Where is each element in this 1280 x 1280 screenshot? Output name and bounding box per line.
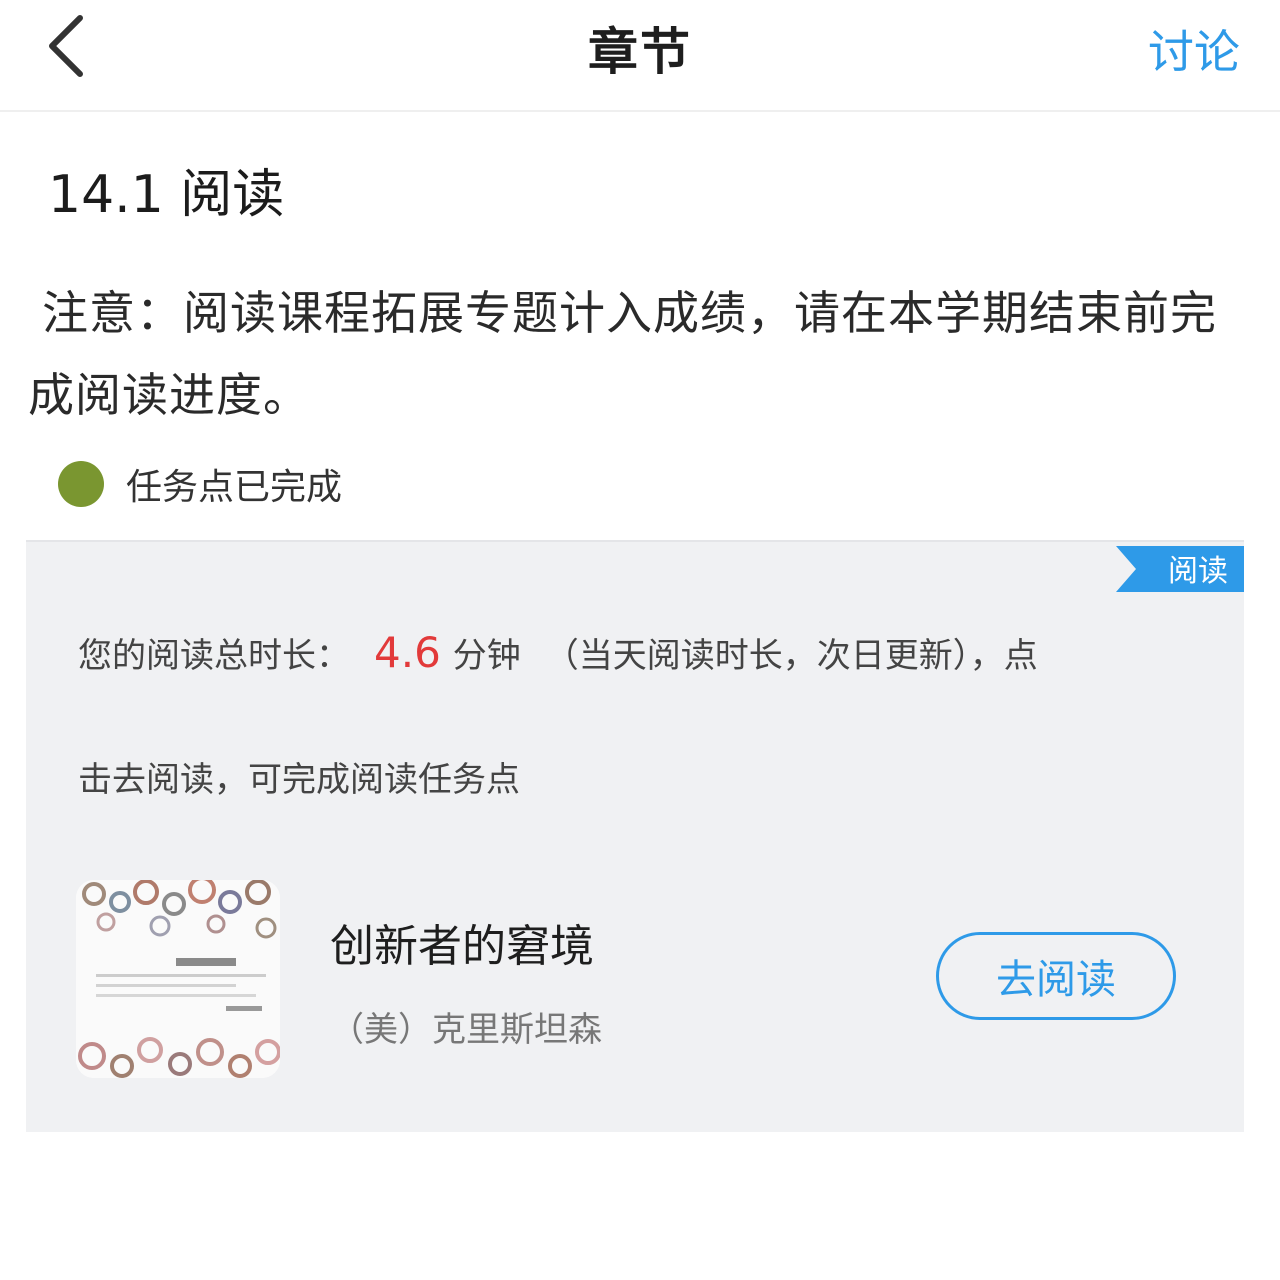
task-status-label: 任务点已完成 [126,467,343,508]
reading-minutes: 4.6 [374,628,441,677]
book-title[interactable]: 创新者的窘境 [330,910,594,974]
task-status: 任务点已完成 [58,456,342,512]
page-title: 章节 [588,23,692,81]
status-dot-icon [58,461,104,507]
book-cover-art [76,880,280,1078]
reading-suffix: （当天阅读时长，次日更新），点 [544,636,1038,676]
reading-duration-line: 您的阅读总时长： 4.6 分钟 （当天阅读时长，次日更新），点 [78,628,1218,677]
go-read-button[interactable]: 去阅读 [936,932,1176,1020]
chapter-page: 章节 讨论 14.1 阅读 注意：阅读课程拓展专题计入成绩，请在本学期结束前完成… [0,0,1280,1280]
book-author: （美）克里斯坦森 [330,1010,602,1050]
book-cover-image[interactable] [76,880,280,1078]
discussion-link[interactable]: 讨论 [1148,16,1240,82]
section-title: 14.1 阅读 [48,165,285,225]
reading-card: 阅读 您的阅读总时长： 4.6 分钟 （当天阅读时长，次日更新），点 击去阅读，可完成… [26,540,1244,1132]
reading-prefix: 您的阅读总时长： [78,636,350,676]
top-bar: 章节 讨论 [0,0,1280,112]
reading-hint-line: 击去阅读，可完成阅读任务点 [78,760,520,800]
ribbon-label: 阅读 [1168,554,1228,589]
notice-text: 注意：阅读课程拓展专题计入成绩，请在本学期结束前完成阅读进度。 [28,286,1217,422]
reading-unit: 分钟 [452,636,521,676]
